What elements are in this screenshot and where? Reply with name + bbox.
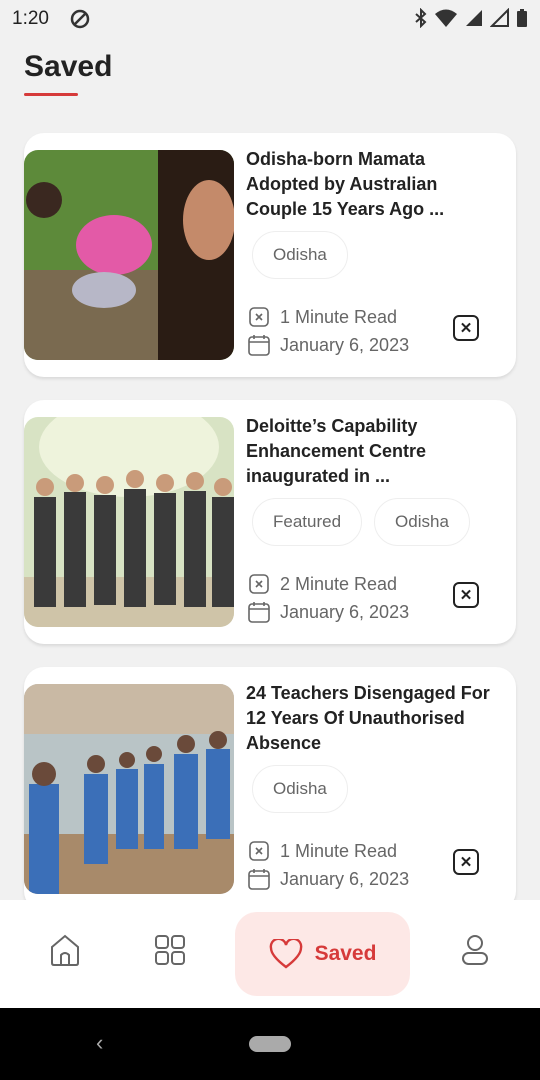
tag-chip[interactable]: Odisha [374,498,470,546]
status-bar: 1:20 [0,0,540,38]
saved-heart-icon [269,939,302,969]
battery-icon [517,9,527,27]
do-not-disturb-icon [70,9,90,29]
tag-chip[interactable]: Odisha [252,765,348,813]
article-card[interactable]: 24 Teachers Disengaged For 12 Years Of U… [24,667,516,911]
tag-list: Odisha [252,765,348,813]
read-time-icon [248,840,270,862]
article-date: January 6, 2023 [280,601,410,622]
wifi-icon [435,9,457,27]
signal-icon [466,10,482,26]
article-thumbnail[interactable] [24,150,234,360]
bottom-nav: Saved [0,900,540,1008]
nav-categories[interactable] [150,930,190,970]
article-date: January 6, 2023 [280,868,410,889]
article-title[interactable]: Deloitte’s Capability Enhancement Centre… [246,414,496,489]
article-card[interactable]: Deloitte’s Capability Enhancement Centre… [24,400,516,644]
profile-icon [462,935,488,965]
status-time: 1:20 [12,8,49,29]
article-title[interactable]: 24 Teachers Disengaged For 12 Years Of U… [246,681,496,756]
remove-saved-button[interactable]: ✕ [453,582,479,608]
article-meta: 1 Minute Read January 6, 2023 [248,837,409,893]
home-pill[interactable] [249,1036,291,1052]
tag-list: Odisha [252,231,348,279]
home-icon [51,934,79,966]
back-icon[interactable]: ‹ [96,1030,103,1056]
read-time-icon [248,573,270,595]
read-time-icon [248,306,270,328]
calendar-icon [248,334,270,356]
article-date: January 6, 2023 [280,334,410,355]
calendar-icon [248,601,270,623]
page-title: Saved [24,50,113,83]
remove-saved-button[interactable]: ✕ [453,849,479,875]
remove-saved-button[interactable]: ✕ [453,315,479,341]
read-time: 2 Minute Read [280,573,398,594]
signal-icon [490,8,509,27]
read-time: 1 Minute Read [280,306,398,327]
nav-home[interactable] [45,930,85,970]
nav-profile[interactable] [455,930,495,970]
tag-chip[interactable]: Featured [252,498,363,546]
article-meta: 1 Minute Read January 6, 2023 [248,303,409,359]
title-underline [24,93,78,96]
article-thumbnail[interactable] [24,684,234,894]
status-icons [414,8,528,28]
tag-chip[interactable]: Odisha [252,231,348,279]
article-thumbnail[interactable] [24,417,234,627]
grid-icon [155,935,185,965]
bluetooth-icon [415,8,427,28]
nav-saved-label: Saved [314,942,377,965]
tag-list: Featured Odisha [252,498,470,546]
article-meta: 2 Minute Read January 6, 2023 [248,570,409,626]
article-title[interactable]: Odisha-born Mamata Adopted by Australian… [246,147,496,222]
read-time: 1 Minute Read [280,840,398,861]
nav-saved[interactable]: Saved [235,912,410,996]
calendar-icon [248,868,270,890]
article-card[interactable]: Odisha-born Mamata Adopted by Australian… [24,133,516,377]
